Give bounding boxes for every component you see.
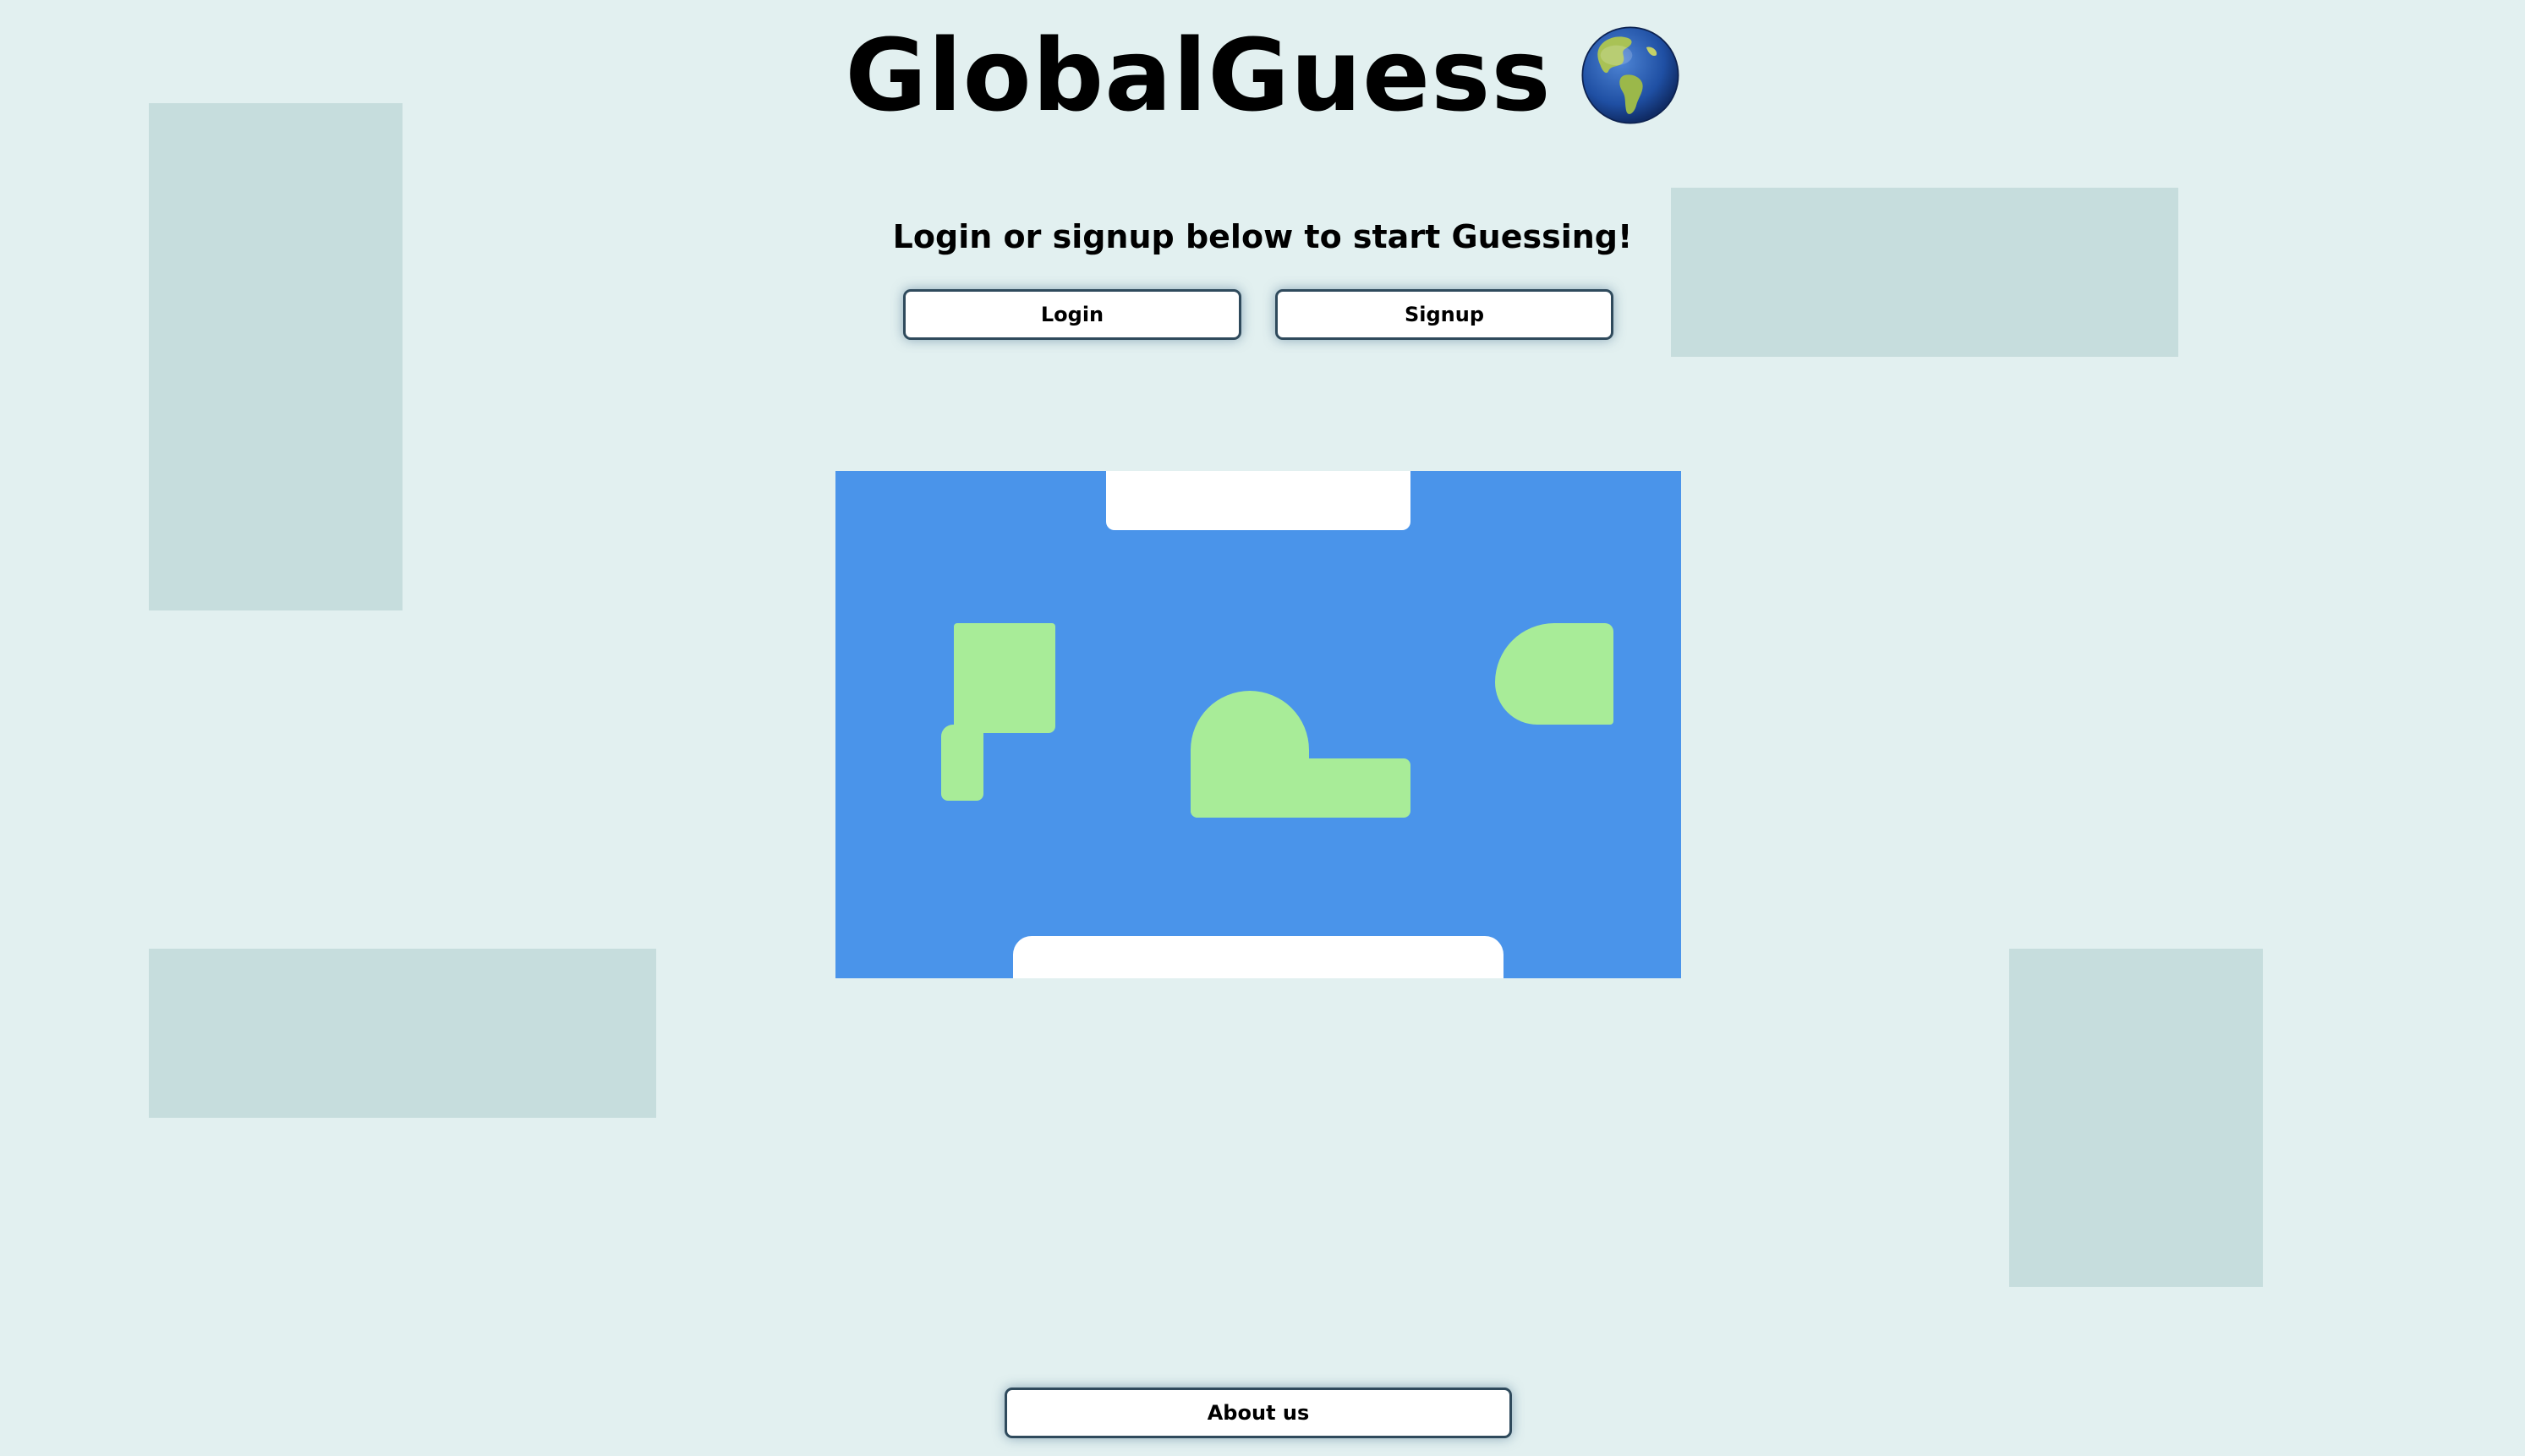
landmass-shape [1495, 623, 1613, 725]
background-block [149, 103, 403, 610]
cloud-shape [1106, 471, 1410, 530]
globe-americas-icon [1581, 26, 1679, 124]
login-button[interactable]: Login [903, 289, 1241, 340]
background-block [2009, 949, 2263, 1287]
header: GlobalGuess [0, 12, 2525, 139]
login-prompt: Login or signup below to start Guessing! [892, 218, 1633, 255]
background-block [1671, 188, 2178, 357]
background-block [149, 949, 656, 1118]
about-us-button[interactable]: About us [1005, 1388, 1512, 1438]
app-title: GlobalGuess [845, 17, 1552, 134]
world-map-illustration [835, 471, 1681, 978]
landmass-shape [1191, 758, 1410, 818]
landmass-shape [954, 623, 1055, 733]
landmass-shape [941, 725, 983, 801]
signup-button[interactable]: Signup [1275, 289, 1613, 340]
cloud-shape [1013, 936, 1503, 978]
